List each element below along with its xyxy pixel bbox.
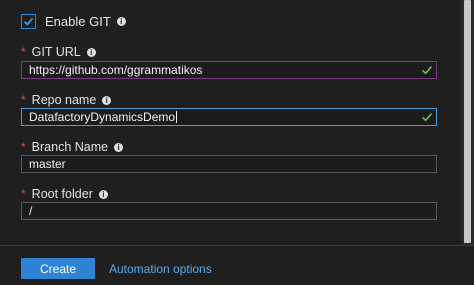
repo-name-input[interactable]: DatafactoryDynamicsDemo — [21, 108, 437, 126]
scrollbar-thumb[interactable] — [464, 0, 471, 243]
create-button[interactable]: Create — [21, 258, 95, 279]
branch-name-value: master — [29, 157, 66, 171]
branch-name-label: * Branch Name i — [21, 139, 124, 155]
git-url-label: * GIT URL i — [21, 44, 96, 60]
branch-name-label-text: Branch Name — [31, 140, 109, 154]
enable-git-label: Enable GIT — [45, 13, 111, 29]
repo-name-label: * Repo name i — [21, 92, 112, 108]
enable-git-checkbox[interactable] — [21, 13, 36, 29]
info-icon[interactable]: i — [102, 95, 112, 105]
required-marker: * — [21, 93, 26, 107]
info-icon[interactable]: i — [98, 189, 108, 199]
root-folder-label-text: Root folder — [31, 187, 93, 201]
branch-name-input[interactable]: master — [21, 155, 437, 173]
git-url-input[interactable]: https://github.com/ggrammatikos — [21, 61, 437, 79]
info-icon[interactable]: i — [114, 142, 124, 152]
required-marker: * — [21, 45, 26, 59]
root-folder-value: / — [29, 204, 33, 218]
git-url-value: https://github.com/ggrammatikos — [29, 63, 203, 77]
checkmark-icon — [23, 17, 34, 26]
info-icon[interactable]: i — [86, 47, 96, 57]
root-folder-input[interactable]: / — [21, 202, 437, 220]
git-url-label-text: GIT URL — [31, 45, 81, 59]
required-marker: * — [21, 187, 26, 201]
root-folder-label: * Root folder i — [21, 186, 108, 202]
automation-options-link[interactable]: Automation options — [109, 258, 212, 279]
enable-git-row[interactable]: Enable GIT i — [21, 11, 126, 31]
vertical-scrollbar[interactable] — [461, 0, 474, 245]
footer-bar: Create Automation options — [0, 245, 474, 285]
required-marker: * — [21, 140, 26, 154]
text-caret — [176, 111, 178, 123]
info-icon[interactable]: i — [116, 16, 126, 26]
valid-check-icon — [421, 66, 433, 75]
repo-name-label-text: Repo name — [31, 93, 97, 107]
valid-check-icon — [421, 113, 433, 122]
git-config-panel: Enable GIT i * GIT URL i https://github.… — [0, 0, 461, 245]
repo-name-value: DatafactoryDynamicsDemo — [29, 110, 176, 124]
